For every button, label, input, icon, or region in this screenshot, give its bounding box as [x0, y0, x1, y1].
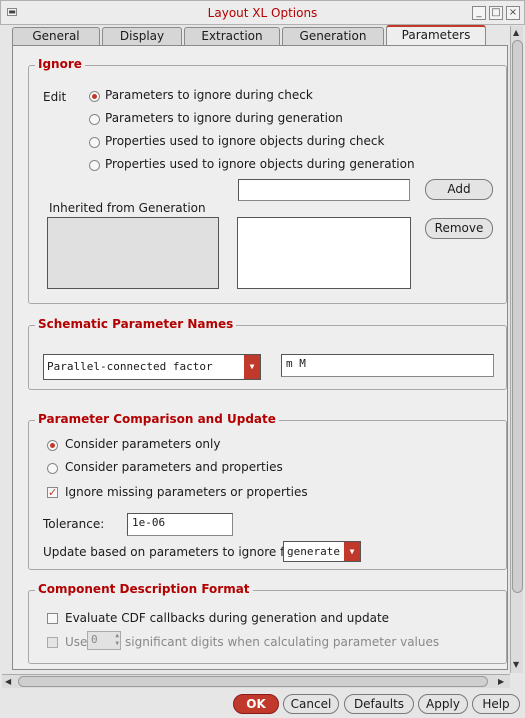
tab-display[interactable]: Display: [102, 27, 182, 45]
radio-params-ignore-generation-label: Parameters to ignore during generation: [105, 111, 343, 125]
cdf-group-title: Component Description Format: [35, 582, 253, 596]
inherited-label: Inherited from Generation: [49, 201, 206, 215]
scroll-up-icon[interactable]: ▲: [513, 28, 519, 37]
digits-value: 0: [91, 633, 98, 646]
chevron-down-icon[interactable]: ▼: [344, 542, 360, 561]
tab-general[interactable]: General: [12, 27, 100, 45]
ignore-values-list[interactable]: [237, 217, 411, 289]
cdf-group: Component Description Format Evaluate CD…: [28, 582, 507, 664]
radio-params-ignore-check[interactable]: [89, 91, 100, 102]
evaluate-cdf-label: Evaluate CDF callbacks during generation…: [65, 611, 390, 625]
ok-button[interactable]: OK: [233, 694, 279, 714]
radio-consider-params-only-label: Consider parameters only: [65, 437, 221, 451]
radio-consider-params-props-label: Consider parameters and properties: [65, 460, 283, 474]
scroll-left-icon[interactable]: ◀: [5, 677, 11, 686]
radio-consider-params-props[interactable]: [47, 463, 58, 474]
digits-stepper[interactable]: 0 ▲ ▼: [87, 631, 121, 650]
schematic-names-input[interactable]: m M: [281, 354, 494, 377]
remove-button[interactable]: Remove: [425, 218, 493, 239]
horizontal-scrollbar[interactable]: ◀ ▶: [2, 674, 510, 688]
scroll-down-icon[interactable]: ▼: [513, 660, 519, 669]
schematic-parameter-value: Parallel-connected factor: [47, 360, 213, 373]
evaluate-cdf-checkbox[interactable]: [47, 613, 58, 624]
use-label: Use: [65, 635, 88, 649]
update-target-value: generate: [287, 545, 340, 558]
digits-suffix-label: significant digits when calculating para…: [125, 635, 440, 649]
radio-params-ignore-generation[interactable]: [89, 114, 100, 125]
minimize-icon[interactable]: _: [472, 6, 486, 20]
scroll-right-icon[interactable]: ▶: [498, 677, 504, 686]
add-button[interactable]: Add: [425, 179, 493, 200]
horizontal-scroll-thumb[interactable]: [18, 676, 488, 687]
tab-generation[interactable]: Generation: [282, 27, 384, 45]
update-target-select[interactable]: generate ▼: [283, 541, 361, 562]
ignore-missing-label: Ignore missing parameters or properties: [65, 485, 308, 499]
radio-props-ignore-generation[interactable]: [89, 160, 100, 171]
radio-params-ignore-check-label: Parameters to ignore during check: [105, 88, 313, 102]
ignore-new-value-input[interactable]: [238, 179, 410, 201]
schematic-parameter-select[interactable]: Parallel-connected factor ▼: [43, 354, 261, 380]
tolerance-label: Tolerance:: [43, 517, 105, 531]
maximize-icon[interactable]: □: [489, 6, 503, 20]
radio-consider-params-only[interactable]: [47, 440, 58, 451]
comparison-group-title: Parameter Comparison and Update: [35, 412, 279, 426]
apply-button[interactable]: Apply: [418, 694, 468, 714]
defaults-button[interactable]: Defaults: [344, 694, 414, 714]
vertical-scrollbar[interactable]: ▲ ▼: [510, 26, 523, 673]
title-bar: ▬ Layout XL Options _ □ ×: [0, 0, 525, 25]
inherited-list[interactable]: [47, 217, 219, 289]
stepper-arrows-icon[interactable]: ▲ ▼: [115, 632, 119, 648]
radio-props-ignore-generation-label: Properties used to ignore objects during…: [105, 157, 415, 171]
help-button[interactable]: Help: [472, 694, 520, 714]
tab-extraction[interactable]: Extraction: [184, 27, 280, 45]
edit-label: Edit: [43, 90, 67, 104]
tolerance-input[interactable]: 1e-06: [127, 513, 233, 536]
close-icon[interactable]: ×: [506, 6, 520, 20]
vertical-scroll-thumb[interactable]: [512, 40, 523, 593]
ignore-missing-checkbox[interactable]: ✓: [47, 487, 58, 498]
cancel-button[interactable]: Cancel: [283, 694, 339, 714]
use-digits-checkbox[interactable]: [47, 637, 58, 648]
window-title: Layout XL Options: [207, 6, 318, 20]
radio-props-ignore-check[interactable]: [89, 137, 100, 148]
schematic-names-group-title: Schematic Parameter Names: [35, 317, 237, 331]
ignore-group-title: Ignore: [35, 57, 85, 71]
radio-props-ignore-check-label: Properties used to ignore objects during…: [105, 134, 385, 148]
tab-parameters[interactable]: Parameters: [386, 25, 486, 46]
ignore-group: Ignore Edit Parameters to ignore during …: [28, 57, 507, 304]
comparison-group: Parameter Comparison and Update Consider…: [28, 412, 507, 570]
tab-bar: General Display Extraction Generation Pa…: [12, 25, 512, 46]
schematic-names-group: Schematic Parameter Names Parallel-conne…: [28, 317, 507, 390]
dialog-footer: OK Cancel Defaults Apply Help: [0, 690, 525, 718]
parameters-panel: Ignore Edit Parameters to ignore during …: [12, 45, 508, 670]
update-based-label: Update based on parameters to ignore for: [43, 545, 297, 559]
chevron-down-icon[interactable]: ▼: [244, 355, 260, 379]
